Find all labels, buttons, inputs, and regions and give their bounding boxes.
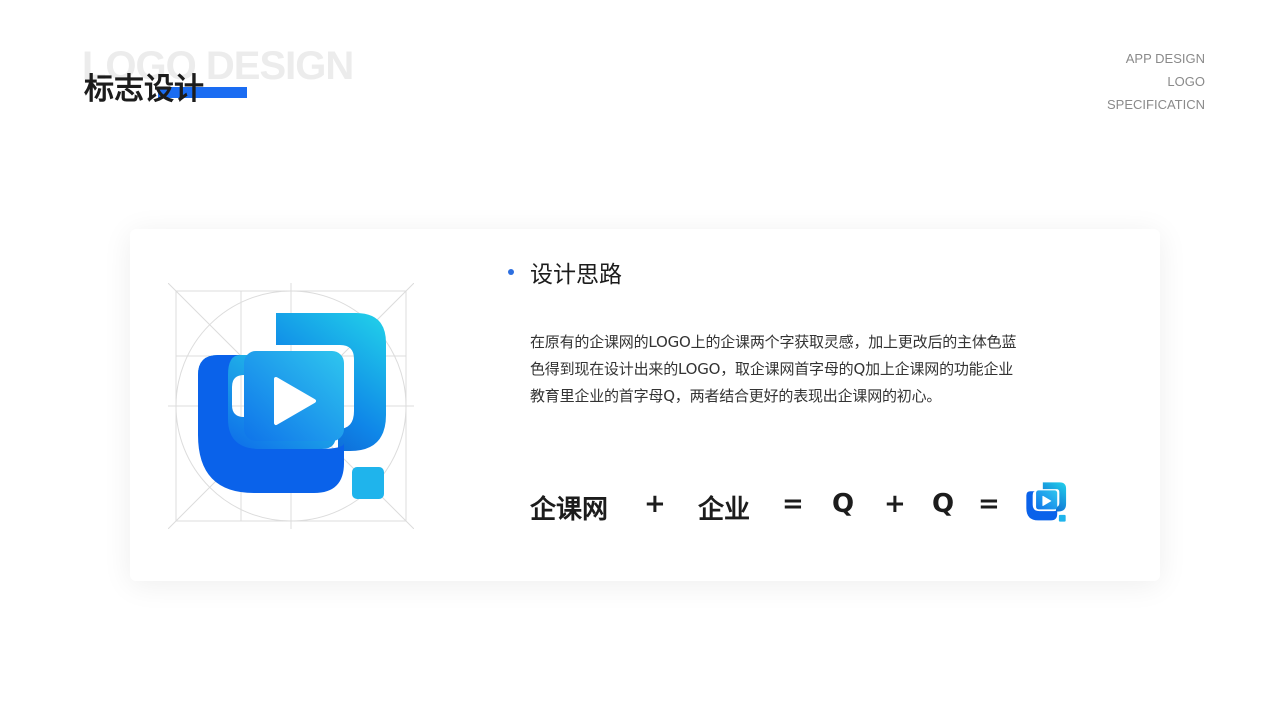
formula-equals: =	[978, 489, 1000, 519]
tagline-line: APP DESIGN	[1125, 51, 1205, 66]
section-heading: 设计思路	[508, 255, 622, 289]
bullet-dot	[508, 269, 514, 275]
page-title: 标志设计	[84, 72, 204, 107]
section-title: 设计思路	[530, 262, 622, 288]
formula-term-company: 企课网	[530, 495, 609, 525]
logo-formula: 企课网 + 企业 = Q + Q =	[530, 481, 1090, 531]
header-tagline: APP DESIGN LOGO SPECIFICATICN	[1107, 47, 1205, 116]
formula-plus: +	[884, 489, 906, 519]
play-q-logo-icon	[1026, 482, 1067, 522]
tagline-line: SPECIFICATICN	[1107, 97, 1205, 112]
design-description: 在原有的企课网的LOGO上的企课两个字获取灵感，加上更改后的主体色蓝色得到现在设…	[530, 333, 1017, 405]
formula-equals: =	[782, 489, 804, 519]
formula-term-enterprise: 企业	[698, 495, 751, 525]
formula-q: Q	[932, 489, 955, 519]
formula-q: Q	[832, 489, 855, 519]
tagline-line: LOGO	[1167, 74, 1205, 89]
formula-plus: +	[644, 489, 666, 519]
slide: LOGO DESIGN 标志设计 APP DESIGN LOGO SPECIFI…	[0, 0, 1280, 720]
logo-dot	[352, 467, 384, 499]
design-card: 设计思路 在原有的企课网的LOGO上的企课两个字获取灵感，加上更改后的主体色蓝色…	[130, 229, 1160, 581]
logo-construction-grid	[168, 283, 414, 529]
